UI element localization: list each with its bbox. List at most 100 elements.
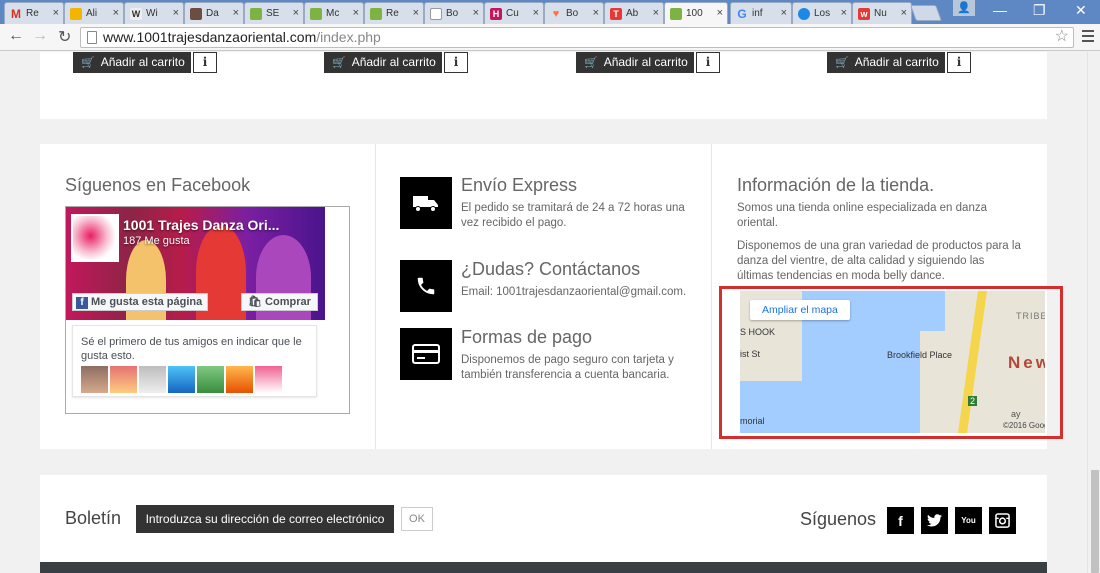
map-place-label[interactable]: Brookfield Place bbox=[887, 350, 952, 360]
bookmark-star-icon[interactable]: ☆ bbox=[1055, 27, 1069, 46]
friend-avatar[interactable] bbox=[139, 366, 166, 393]
tab-label: Los bbox=[814, 8, 831, 19]
browser-tab[interactable]: T Ab × bbox=[604, 2, 664, 24]
close-icon[interactable]: × bbox=[653, 7, 659, 19]
browser-tab[interactable]: W Wi × bbox=[124, 2, 184, 24]
add-to-cart-button[interactable]: 🛒 Añadir al carrito bbox=[324, 52, 442, 73]
newsletter-bar: Boletín OK Síguenos f You bbox=[40, 475, 1047, 573]
product-info-button[interactable]: i bbox=[696, 52, 720, 73]
browser-tab[interactable]: Re × bbox=[364, 2, 424, 24]
friend-avatar[interactable] bbox=[255, 366, 282, 393]
service-text-contact[interactable]: Email: 1001trajesdanzaoriental@gmail.com… bbox=[461, 285, 701, 300]
new-tab-button[interactable] bbox=[910, 5, 942, 21]
friend-avatar[interactable] bbox=[81, 366, 108, 393]
browser-tab[interactable]: M Re × bbox=[4, 2, 64, 24]
facebook-icon[interactable]: f bbox=[887, 507, 914, 534]
close-window-icon[interactable]: ✕ bbox=[1075, 2, 1087, 19]
tab-label: 100 bbox=[686, 8, 703, 19]
credit-card-icon bbox=[400, 328, 452, 380]
close-icon[interactable]: × bbox=[593, 7, 599, 19]
product-info-button[interactable]: i bbox=[193, 52, 217, 73]
service-title-payment: Formas de pago bbox=[461, 327, 593, 347]
newsletter-email-input[interactable] bbox=[136, 505, 394, 533]
chrome-menu-icon[interactable] bbox=[1082, 30, 1094, 45]
friend-avatar[interactable] bbox=[110, 366, 137, 393]
close-icon[interactable]: × bbox=[841, 7, 847, 19]
forward-arrow-icon[interactable]: → bbox=[32, 27, 48, 45]
service-text-shipping: El pedido se tramitará de 24 a 72 horas … bbox=[461, 202, 685, 229]
twitter-icon[interactable] bbox=[921, 507, 948, 534]
map-label: New bbox=[1008, 353, 1045, 372]
tab-label: Ali bbox=[86, 8, 98, 19]
heart-icon: ♥ bbox=[552, 7, 560, 20]
facebook-like-button[interactable]: f Me gusta esta página bbox=[72, 293, 209, 311]
close-icon[interactable]: × bbox=[353, 7, 359, 19]
instagram-icon[interactable] bbox=[989, 507, 1016, 534]
back-arrow-icon[interactable]: ← bbox=[8, 27, 24, 45]
user-profile-icon[interactable]: 👤 bbox=[953, 0, 975, 16]
browser-tab[interactable]: G inf × bbox=[730, 2, 792, 24]
browser-tab[interactable]: Da × bbox=[184, 2, 244, 24]
friend-avatar[interactable] bbox=[226, 366, 253, 393]
service-title-shipping: Envío Express bbox=[461, 175, 578, 195]
map-copyright: ©2016 Goog bbox=[1003, 421, 1045, 430]
browser-tab[interactable]: Mc × bbox=[304, 2, 364, 24]
route-shield: 2 bbox=[968, 396, 978, 406]
browser-tab-strip: M Re × Ali × W Wi × Da × SE × Mc × Re × … bbox=[0, 0, 1100, 24]
minimize-icon[interactable]: — bbox=[993, 2, 1007, 18]
browser-tab[interactable]: H Cu × bbox=[484, 2, 544, 24]
map-label: ist St bbox=[740, 349, 761, 359]
facebook-shop-button[interactable]: 🛍 Comprar bbox=[241, 293, 318, 311]
product-info-button[interactable]: i bbox=[947, 52, 971, 73]
close-icon[interactable]: × bbox=[413, 7, 419, 19]
friend-avatar[interactable] bbox=[168, 366, 195, 393]
close-icon[interactable]: × bbox=[781, 7, 787, 19]
product-info-button[interactable]: i bbox=[444, 52, 468, 73]
add-to-cart-button[interactable]: 🛒 Añadir al carrito bbox=[576, 52, 694, 73]
restore-icon[interactable]: ❐ bbox=[1033, 2, 1046, 19]
shopify-icon bbox=[310, 7, 322, 20]
reload-icon[interactable]: ↻ bbox=[58, 27, 71, 47]
map-highlight-frame: Ampliar el mapa S HOOK ist St morial Bro… bbox=[719, 286, 1063, 439]
close-icon[interactable]: × bbox=[293, 7, 299, 19]
newsletter-ok-button[interactable]: OK bbox=[401, 507, 433, 531]
vertical-scrollbar[interactable] bbox=[1087, 52, 1100, 573]
youtube-icon[interactable]: You bbox=[955, 507, 982, 534]
browser-tab[interactable]: ♥ Bo × bbox=[544, 2, 604, 24]
store-info-title: Información de la tienda. bbox=[737, 175, 935, 195]
address-bar[interactable]: www.1001trajesdanzaoriental.com/index.ph… bbox=[80, 27, 1074, 48]
close-icon[interactable]: × bbox=[717, 7, 723, 19]
enlarge-map-button[interactable]: Ampliar el mapa bbox=[750, 300, 850, 320]
close-icon[interactable]: × bbox=[473, 7, 479, 19]
close-icon[interactable]: × bbox=[53, 7, 59, 19]
browser-tab-active[interactable]: 100 × bbox=[664, 2, 728, 24]
url-path: /index.php bbox=[316, 29, 381, 45]
facebook-page-avatar[interactable] bbox=[71, 214, 119, 262]
browser-tab[interactable]: Bo × bbox=[424, 2, 484, 24]
browser-tab[interactable]: Ali × bbox=[64, 2, 124, 24]
close-icon[interactable]: × bbox=[533, 7, 539, 19]
add-to-cart-button[interactable]: 🛒 Añadir al carrito bbox=[73, 52, 191, 73]
add-to-cart-button[interactable]: 🛒 Añadir al carrito bbox=[827, 52, 945, 73]
browser-tab[interactable]: Los × bbox=[792, 2, 852, 24]
google-map[interactable]: Ampliar el mapa S HOOK ist St morial Bro… bbox=[740, 291, 1045, 433]
scrollbar-thumb[interactable] bbox=[1091, 470, 1099, 573]
facebook-page-name[interactable]: 1001 Trajes Danza Ori... bbox=[123, 217, 279, 233]
close-icon[interactable]: × bbox=[113, 7, 119, 19]
column-divider bbox=[375, 144, 376, 449]
add-to-cart-label: Añadir al carrito bbox=[100, 55, 185, 69]
browser-tab[interactable]: w Nu × bbox=[852, 2, 912, 24]
page-content: 🛒 Añadir al carrito i 🛒 Añadir al carrito … bbox=[0, 52, 1100, 573]
newsletter-title: Boletín bbox=[65, 508, 122, 528]
close-icon[interactable]: × bbox=[173, 7, 179, 19]
facebook-friends-box: Sé el primero de tus amigos en indicar q… bbox=[72, 325, 317, 397]
tab-label: SE bbox=[266, 8, 280, 19]
friend-avatar[interactable] bbox=[197, 366, 224, 393]
close-icon[interactable]: × bbox=[901, 7, 907, 19]
tab-label: Re bbox=[386, 8, 399, 19]
browser-tab[interactable]: SE × bbox=[244, 2, 304, 24]
close-icon[interactable]: × bbox=[233, 7, 239, 19]
facebook-cover-image[interactable]: 1001 Trajes Danza Ori... 187 Me gusta fM… bbox=[66, 207, 325, 320]
shopify-icon bbox=[250, 7, 262, 20]
shopify-icon bbox=[370, 7, 382, 20]
